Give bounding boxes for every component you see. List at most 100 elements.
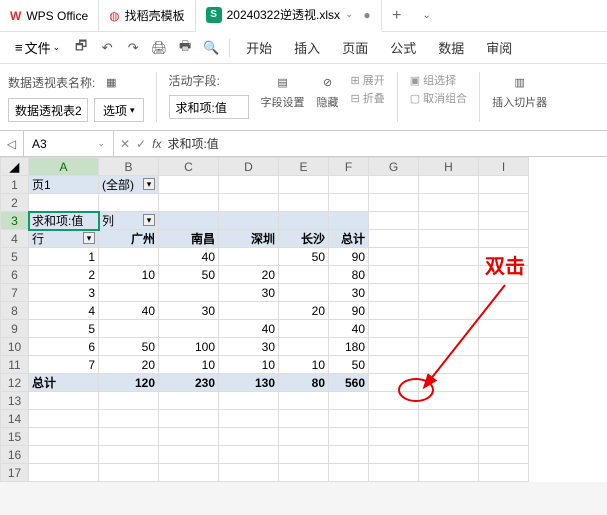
col-header-I[interactable]: I [479,158,529,176]
cell[interactable] [29,446,99,464]
cell[interactable] [159,464,219,482]
pivot-row-label[interactable]: 5 [29,320,99,338]
cell[interactable] [279,392,329,410]
cell[interactable] [369,194,419,212]
menu-formula[interactable]: 公式 [380,34,426,61]
cell-A1[interactable]: 页1 [29,176,99,194]
cell[interactable] [419,374,479,392]
total-3[interactable]: 80 [279,374,329,392]
cell[interactable] [329,392,369,410]
cell[interactable] [159,446,219,464]
col-header-G[interactable]: G [369,158,419,176]
cell[interactable] [369,266,419,284]
hide-button[interactable]: ⊘ 隐藏 [317,72,339,122]
cell[interactable] [99,428,159,446]
cell[interactable] [479,212,529,230]
cell[interactable] [369,284,419,302]
cell[interactable] [479,428,529,446]
cell[interactable] [329,428,369,446]
cancel-icon[interactable]: ✕ [120,137,130,151]
pivot-col-1[interactable]: 南昌 [159,230,219,248]
cell[interactable] [419,302,479,320]
cell[interactable] [279,194,329,212]
cell[interactable] [419,266,479,284]
pivot-data[interactable] [279,338,329,356]
cell[interactable] [29,410,99,428]
cell[interactable] [29,194,99,212]
menu-review[interactable]: 审阅 [476,34,522,61]
redo-icon[interactable]: ↷ [121,36,145,60]
cell[interactable] [329,410,369,428]
cell[interactable] [219,428,279,446]
cell[interactable] [479,374,529,392]
cell[interactable] [99,392,159,410]
cell[interactable] [369,212,419,230]
pivot-data[interactable]: 100 [159,338,219,356]
pivot-col-4[interactable]: 总计 [329,230,369,248]
cell[interactable] [29,464,99,482]
cell[interactable] [419,212,479,230]
pivot-data[interactable] [159,320,219,338]
total-0[interactable]: 120 [99,374,159,392]
cell[interactable] [369,356,419,374]
pivot-row-label[interactable]: 6 [29,338,99,356]
cell[interactable] [419,230,479,248]
pivot-data[interactable]: 80 [329,266,369,284]
pivot-data[interactable]: 30 [329,284,369,302]
cell[interactable] [419,176,479,194]
cell[interactable] [99,194,159,212]
cell[interactable] [369,176,419,194]
cell[interactable] [29,392,99,410]
dropdown-icon[interactable]: ▾ [143,178,155,190]
check-icon[interactable]: ✓ [136,137,146,151]
cell[interactable] [159,410,219,428]
cell-A3[interactable]: 求和项:值 [29,212,99,230]
cell[interactable] [419,248,479,266]
pivot-data[interactable]: 50 [329,356,369,374]
pivot-data[interactable]: 50 [279,248,329,266]
dropdown-icon[interactable]: ▾ [83,232,95,244]
cell[interactable] [329,194,369,212]
pivot-data[interactable]: 20 [219,266,279,284]
cell-B3[interactable]: 列▾ [99,212,159,230]
cell[interactable] [479,392,529,410]
collapse-button[interactable]: ◁ [0,131,24,156]
cell[interactable] [479,410,529,428]
total-1[interactable]: 230 [159,374,219,392]
pivot-data[interactable]: 40 [99,302,159,320]
cell[interactable] [279,428,329,446]
col-header-D[interactable]: D [219,158,279,176]
pivot-data[interactable] [279,320,329,338]
cell[interactable] [369,338,419,356]
cell[interactable] [329,212,369,230]
pivot-row-label[interactable]: 1 [29,248,99,266]
cell[interactable] [29,428,99,446]
row-header-1[interactable]: 1 [1,176,29,194]
preview-icon[interactable]: 🔍 [199,36,223,60]
pivot-row-label[interactable]: 3 [29,284,99,302]
pivot-data[interactable]: 50 [159,266,219,284]
dropdown-icon[interactable]: ▾ [143,214,155,226]
pivot-data[interactable]: 20 [279,302,329,320]
formula-area[interactable]: ✕ ✓ fx 求和项:值 [114,135,225,152]
pivot-data[interactable]: 90 [329,302,369,320]
cell[interactable] [329,464,369,482]
row-header-13[interactable]: 13 [1,392,29,410]
cell[interactable] [419,428,479,446]
pivot-data[interactable] [99,284,159,302]
cell[interactable] [279,212,329,230]
cell[interactable] [99,410,159,428]
pivot-col-3[interactable]: 长沙 [279,230,329,248]
pivot-row-label[interactable]: 2 [29,266,99,284]
cell[interactable] [369,230,419,248]
pivot-refresh-icon[interactable]: ▦ [101,72,121,92]
cell[interactable] [419,194,479,212]
row-header-14[interactable]: 14 [1,410,29,428]
cell[interactable] [479,320,529,338]
pivot-data[interactable]: 90 [329,248,369,266]
col-header-E[interactable]: E [279,158,329,176]
menu-start[interactable]: 开始 [236,34,282,61]
dropdown-icon[interactable]: ⌄ [345,9,353,20]
cell[interactable] [279,410,329,428]
cell[interactable] [369,446,419,464]
